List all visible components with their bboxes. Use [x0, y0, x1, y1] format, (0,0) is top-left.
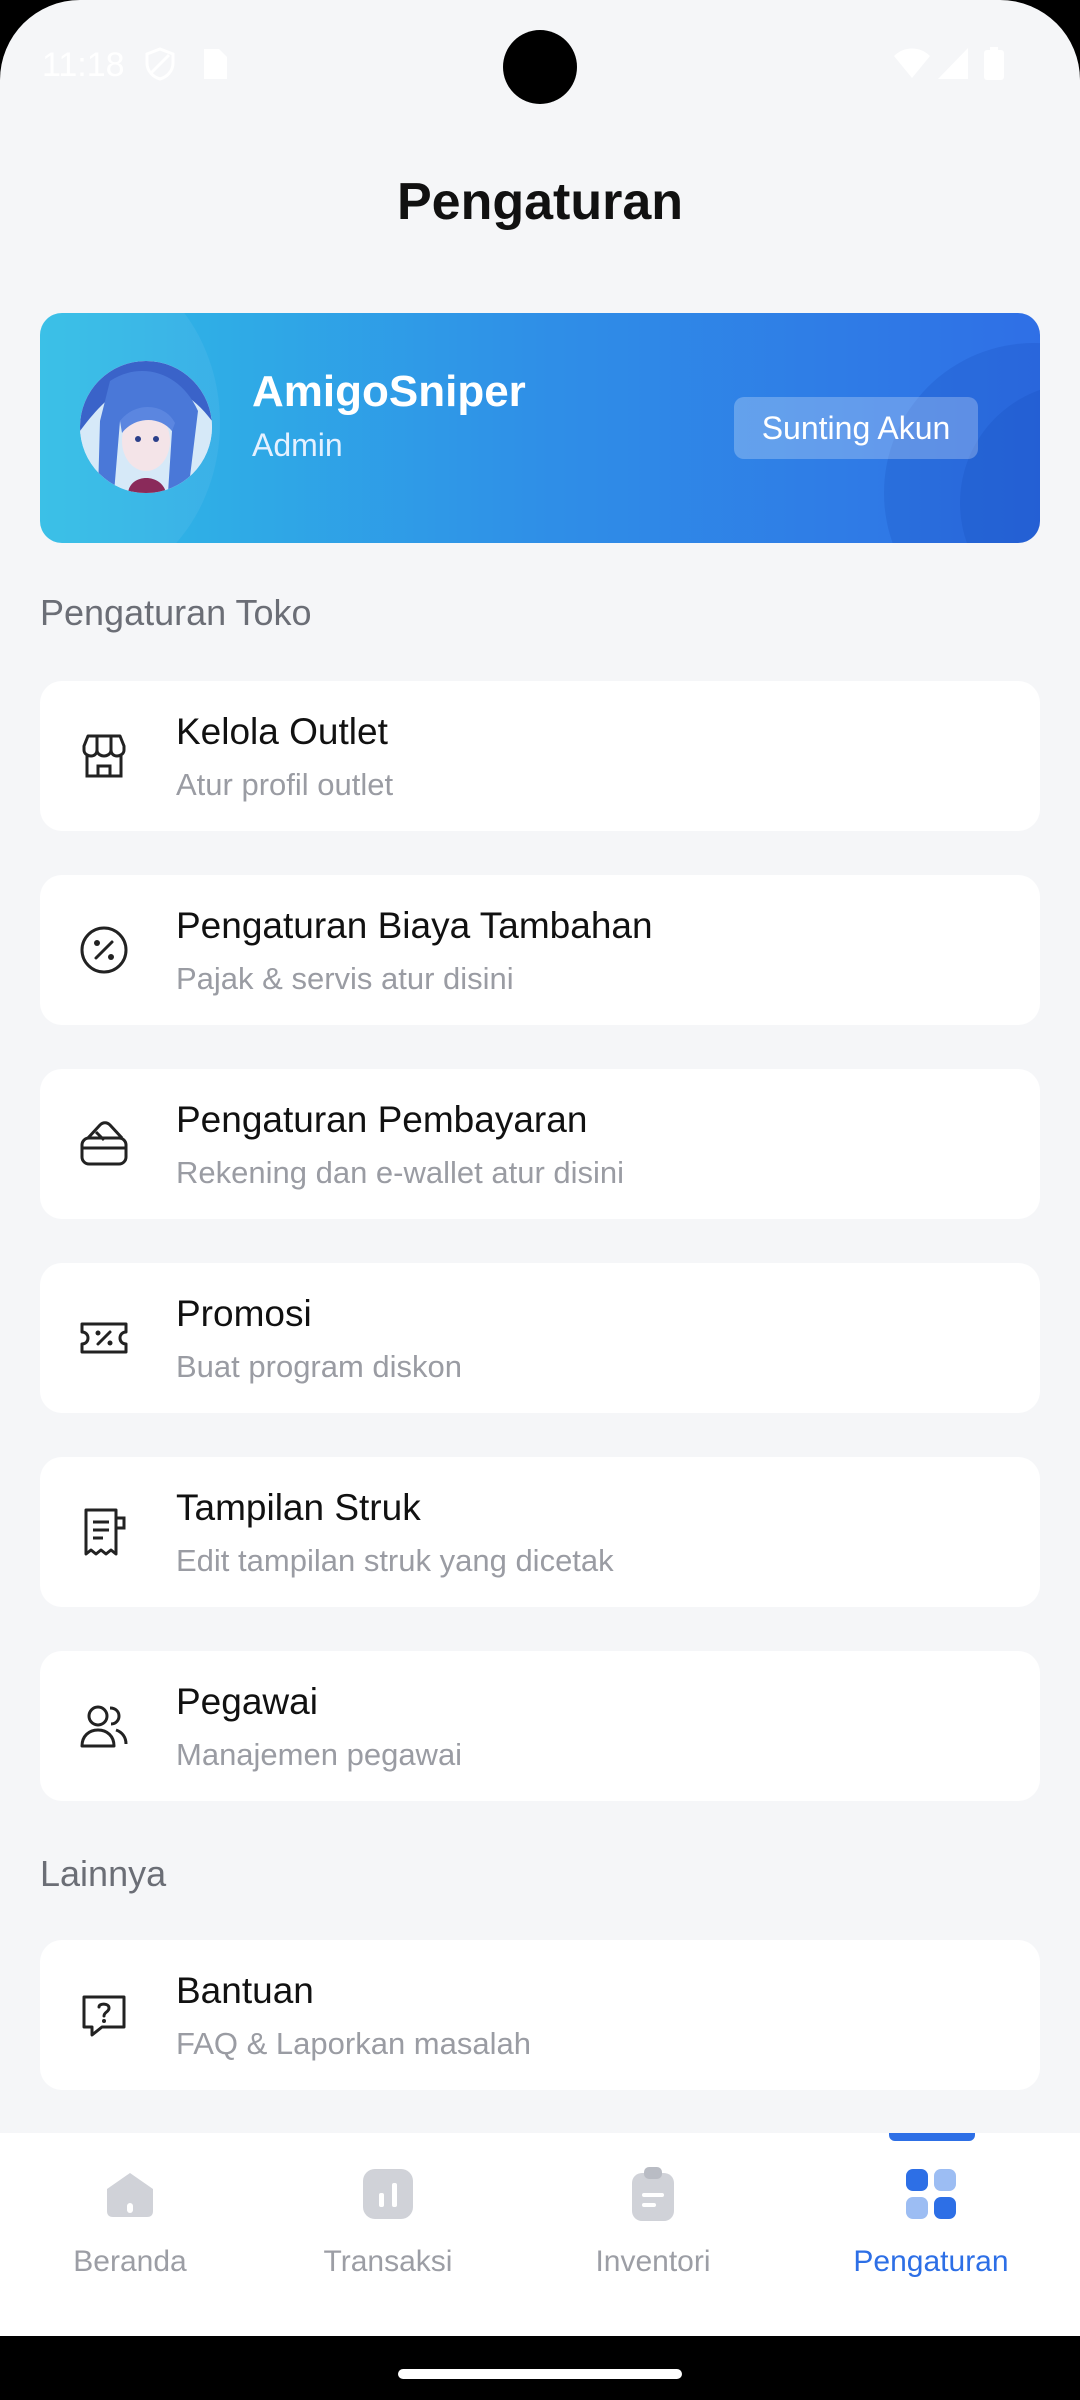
settings-item-payment[interactable]: Pengaturan Pembayaran Rekening dan e-wal… [40, 1069, 1040, 1219]
settings-item-title: Kelola Outlet [176, 711, 388, 752]
wallet-icon [80, 1121, 128, 1166]
settings-item-receipt[interactable]: Tampilan Struk Edit tampilan struk yang … [40, 1457, 1040, 1607]
battery-icon [984, 47, 1004, 80]
nav-item-settings[interactable]: Pengaturan [801, 2133, 1061, 2336]
signal-icon [938, 48, 968, 79]
wifi-icon [894, 48, 930, 78]
settings-item-title: Pengaturan Pembayaran [176, 1099, 588, 1140]
settings-item-help[interactable]: Bantuan FAQ & Laporkan masalah [40, 1940, 1040, 2090]
edit-account-button[interactable]: Sunting Akun [734, 397, 978, 459]
settings-item-title: Bantuan [176, 1970, 314, 2011]
grid-icon [906, 2169, 956, 2219]
avatar[interactable] [80, 361, 212, 493]
sim-card-icon [204, 49, 227, 79]
screen: 11:18 Pengaturan AmigoSniper Admin Sunti… [0, 0, 1080, 2336]
settings-item-outlet[interactable]: Kelola Outlet Atur profil outlet [40, 681, 1040, 831]
nav-label: Beranda [73, 2245, 187, 2278]
avatar-image [80, 361, 212, 493]
nav-item-home[interactable]: Beranda [0, 2133, 260, 2336]
profile-card: AmigoSniper Admin Sunting Akun [40, 313, 1040, 543]
chart-icon [363, 2169, 413, 2219]
home-icon [107, 2173, 153, 2217]
settings-item-subtitle: FAQ & Laporkan masalah [176, 2026, 531, 2061]
nav-item-transactions[interactable]: Transaksi [258, 2133, 518, 2336]
settings-item-title: Pengaturan Biaya Tambahan [176, 905, 653, 946]
front-camera [503, 30, 577, 104]
users-icon [80, 1705, 128, 1748]
settings-item-subtitle: Buat program diskon [176, 1349, 463, 1384]
settings-item-additional-fees[interactable]: Pengaturan Biaya Tambahan Pajak & servis… [40, 875, 1040, 1025]
settings-item-subtitle: Rekening dan e-wallet atur disini [176, 1155, 625, 1190]
settings-item-promotion[interactable]: Promosi Buat program diskon [40, 1263, 1040, 1413]
status-time: 11:18 [42, 46, 125, 84]
bottom-navigation: Beranda Transaksi Inventori Pengaturan [0, 2133, 1080, 2336]
settings-item-title: Pegawai [176, 1681, 318, 1722]
settings-item-subtitle: Atur profil outlet [176, 767, 394, 802]
nav-label: Pengaturan [853, 2245, 1009, 2278]
settings-item-title: Tampilan Struk [176, 1487, 421, 1528]
nav-item-inventory[interactable]: Inventori [523, 2133, 783, 2336]
section-title-other: Lainnya [40, 1853, 167, 1894]
shield-icon [145, 47, 175, 81]
receipt-icon [84, 1508, 126, 1556]
percent-icon [80, 926, 128, 974]
nav-label: Inventori [595, 2245, 711, 2278]
settings-item-subtitle: Manajemen pegawai [176, 1737, 463, 1772]
settings-item-subtitle: Pajak & servis atur disini [176, 961, 514, 996]
nav-active-indicator [889, 2133, 975, 2141]
profile-role: Admin [252, 427, 343, 463]
discount-ticket-icon [80, 1322, 128, 1354]
home-indicator[interactable] [398, 2369, 682, 2379]
clipboard-icon [632, 2167, 674, 2221]
settings-item-employees[interactable]: Pegawai Manajemen pegawai [40, 1651, 1040, 1801]
settings-item-title: Promosi [176, 1293, 312, 1334]
settings-item-subtitle: Edit tampilan struk yang dicetak [176, 1543, 614, 1578]
page-title: Pengaturan [396, 173, 684, 231]
nav-label: Transaksi [323, 2245, 453, 2278]
store-icon [82, 734, 126, 778]
section-title-store: Pengaturan Toko [40, 592, 312, 633]
help-chat-icon [82, 1995, 126, 2037]
profile-name: AmigoSniper [252, 367, 526, 416]
